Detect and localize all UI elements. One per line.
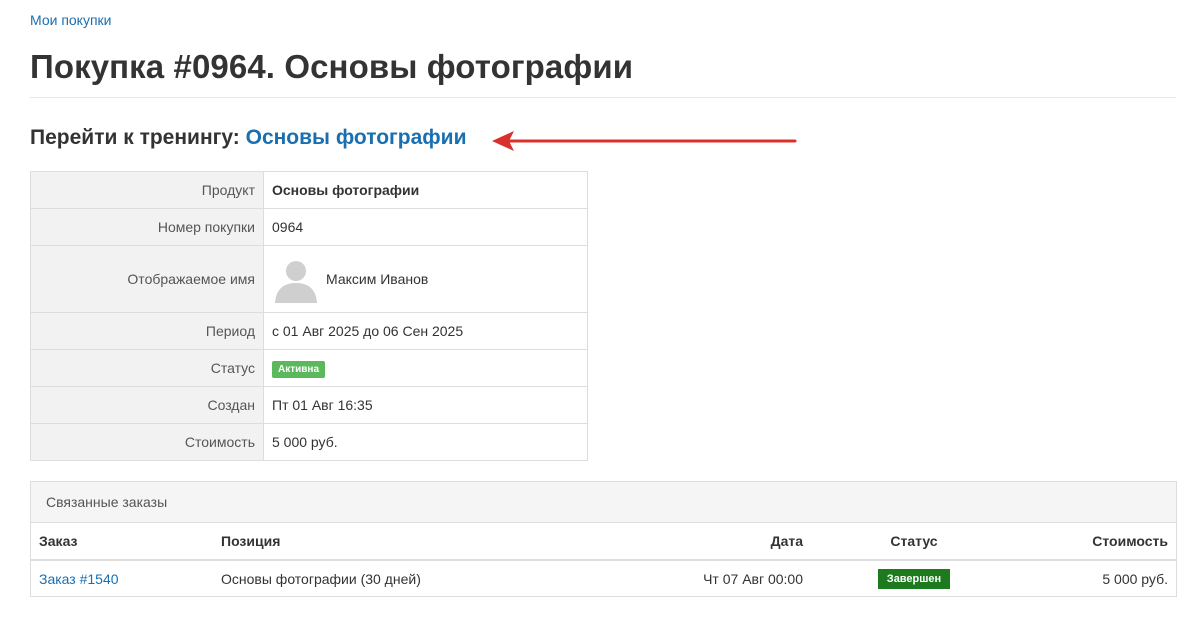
details-row-status: Статус Активна [30, 349, 588, 387]
date-cell: Чт 07 Авг 00:00 [703, 570, 803, 587]
details-row-created: Создан Пт 01 Авг 16:35 [30, 386, 588, 424]
status-badge: Активна [272, 360, 326, 378]
user-info: Максим Иванов [272, 255, 579, 303]
title-divider [30, 97, 1176, 98]
item-cell: Основы фотографии (30 дней) [221, 570, 421, 587]
page-title: Покупка #0964. Основы фотографии [30, 48, 634, 85]
order-status-cell: Завершен [811, 560, 1017, 596]
annotation-arrow-icon [492, 131, 797, 151]
order-cell: Заказ #1540 [31, 560, 213, 596]
table-row: Заказ #1540 Основы фотографии (30 дней) … [31, 560, 1176, 596]
period-label: Период [30, 312, 264, 350]
related-orders-panel: Связанные заказы Заказ Позиция Дата Стат… [30, 481, 1177, 597]
orders-header-row: Заказ Позиция Дата Статус Стоимость [31, 523, 1176, 561]
display-name-value: Максим Иванов [326, 271, 429, 287]
status-label: Статус [30, 349, 264, 387]
details-row-product: Продукт Основы фотографии [30, 171, 588, 209]
training-heading: Перейти к тренингу: Основы фотографии [30, 126, 467, 150]
purchase-number-label: Номер покупки [30, 208, 264, 246]
training-link[interactable]: Основы фотографии [246, 126, 467, 149]
display-name-cell: Максим Иванов [263, 245, 588, 313]
related-orders-title: Связанные заказы [31, 482, 1176, 523]
details-row-display-name: Отображаемое имя Максим Иванов [30, 245, 588, 313]
purchase-details-table: Продукт Основы фотографии Номер покупки … [30, 171, 588, 461]
created-value: Пт 01 Авг 16:35 [263, 386, 588, 424]
avatar-placeholder-icon [272, 255, 320, 303]
training-heading-prefix: Перейти к тренингу: [30, 126, 246, 149]
created-label: Создан [30, 386, 264, 424]
column-header-cost: Стоимость [1017, 523, 1176, 561]
breadcrumb-my-purchases[interactable]: Мои покупки [30, 12, 112, 28]
column-header-status: Статус [811, 523, 1017, 561]
product-value: Основы фотографии [263, 171, 588, 209]
order-cost-cell: 5 000 руб. [1102, 570, 1168, 587]
cost-label: Стоимость [30, 423, 264, 461]
column-header-order: Заказ [31, 523, 213, 561]
display-name-label: Отображаемое имя [30, 245, 264, 313]
details-row-period: Период с 01 Авг 2025 до 06 Сен 2025 [30, 312, 588, 350]
details-row-cost: Стоимость 5 000 руб. [30, 423, 588, 461]
purchase-number-value: 0964 [263, 208, 588, 246]
order-status-badge: Завершен [877, 568, 951, 589]
product-label: Продукт [30, 171, 264, 209]
purchase-page: Мои покупки Покупка #0964. Основы фотогр… [0, 0, 1200, 623]
cost-value: 5 000 руб. [263, 423, 588, 461]
column-header-date: Дата [619, 523, 811, 561]
status-cell: Активна [263, 349, 588, 387]
order-link[interactable]: Заказ #1540 [39, 571, 119, 587]
related-orders-table: Заказ Позиция Дата Статус Стоимость Зака… [31, 523, 1176, 596]
column-header-item: Позиция [213, 523, 619, 561]
details-row-purchase-number: Номер покупки 0964 [30, 208, 588, 246]
period-value: с 01 Авг 2025 до 06 Сен 2025 [263, 312, 588, 350]
